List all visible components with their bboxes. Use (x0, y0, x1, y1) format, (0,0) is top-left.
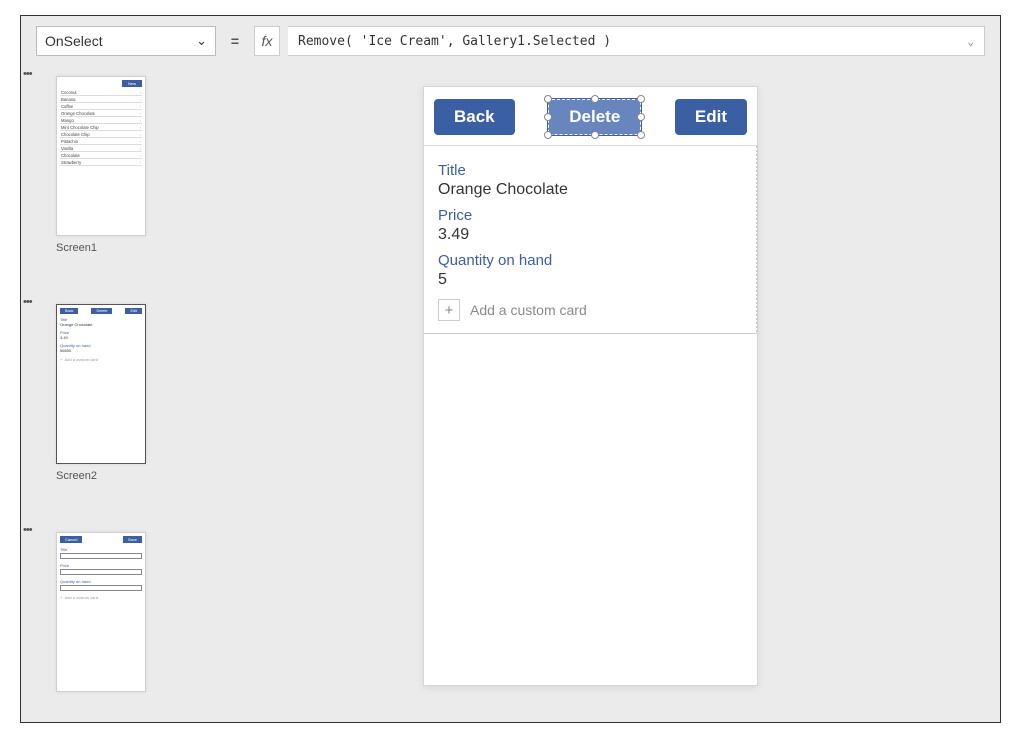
thumb3-addcard: + Add a custom card (60, 595, 142, 600)
resize-handle[interactable] (637, 131, 645, 139)
more-icon[interactable]: ••• (23, 68, 32, 80)
app-frame: OnSelect ⌄ = fx Remove( 'Ice Cream', Gal… (20, 15, 1001, 723)
resize-handle[interactable] (591, 95, 599, 103)
thumb3-title-lbl: Title (60, 547, 142, 552)
list-item: Strawberry (60, 159, 142, 166)
title-value: Orange Chocolate (438, 181, 743, 199)
screen-thumb-1[interactable]: New Coconut Banana Coffee Orange Chocola… (56, 76, 146, 236)
thumb3-price-lbl: Price (60, 563, 142, 568)
equals-label: = (224, 26, 246, 56)
thumb3-save: Save (123, 536, 142, 543)
thumb1-new-label: New (122, 80, 142, 87)
resize-handle[interactable] (591, 131, 599, 139)
resize-handle[interactable] (637, 95, 645, 103)
thumb2-back: Back (60, 308, 78, 314)
chevron-down-icon: ⌄ (196, 33, 207, 49)
thumb3-cancel: Cancel (60, 536, 82, 543)
screen1-label: Screen1 (56, 242, 171, 254)
plus-icon[interactable]: + (438, 299, 460, 321)
price-value: 3.49 (438, 226, 743, 244)
formula-text: Remove( 'Ice Cream', Gallery1.Selected ) (298, 34, 611, 49)
formula-input[interactable]: Remove( 'Ice Cream', Gallery1.Selected )… (288, 26, 985, 56)
canvas: Back Delete Edit Title Orange Chocolate (181, 66, 1000, 722)
property-name: OnSelect (45, 33, 103, 49)
list-item: Orange Chocolate (60, 110, 142, 117)
add-card-label: Add a custom card (470, 302, 587, 318)
list-item: Chocolate (60, 152, 142, 159)
thumb3-qty-input (60, 585, 142, 591)
screen-thumb-3-container[interactable]: ••• Cancel Save Title Price Quantity on … (21, 522, 181, 692)
fx-label: fx (254, 26, 280, 56)
edit-button[interactable]: Edit (675, 99, 747, 135)
delete-button-selection[interactable]: Delete (548, 99, 641, 135)
thumb2-title-val: Orange Chocolate (60, 322, 142, 327)
thumb2-addcard: + Add a custom card (60, 357, 142, 362)
list-item: Banana (60, 96, 142, 103)
more-icon[interactable]: ••• (23, 524, 32, 536)
more-icon[interactable]: ••• (23, 296, 32, 308)
delete-button[interactable]: Delete (548, 99, 641, 135)
formula-bar: OnSelect ⌄ = fx Remove( 'Ice Cream', Gal… (36, 26, 985, 56)
property-selector[interactable]: OnSelect ⌄ (36, 26, 216, 56)
title-label: Title (438, 162, 743, 179)
screen-thumb-2-container[interactable]: ••• Back Delete Edit Title Orange Chocol… (21, 294, 181, 482)
add-custom-card[interactable]: + Add a custom card (438, 299, 743, 321)
list-item: Coconut (60, 89, 142, 96)
thumb3-title-input (60, 553, 142, 559)
price-label: Price (438, 207, 743, 224)
qty-label: Quantity on hand (438, 252, 743, 269)
list-item: Vanilla (60, 145, 142, 152)
list-item: Mango (60, 117, 142, 124)
thumb3-qty-lbl: Quantity on hand (60, 579, 142, 584)
list-item: Mint Chocolate Chip (60, 124, 142, 131)
chevron-down-icon[interactable]: ⌄ (967, 35, 974, 48)
display-form[interactable]: Title Orange Chocolate Price 3.49 Quanti… (424, 145, 757, 334)
list-item: Coffee (60, 103, 142, 110)
screen-thumb-3[interactable]: Cancel Save Title Price Quantity on hand… (56, 532, 146, 692)
list-item: Pistachio (60, 138, 142, 145)
thumb2-qty-val: 56650 (60, 348, 142, 353)
button-row: Back Delete Edit (424, 87, 757, 145)
screen-thumb-1-container[interactable]: ••• New Coconut Banana Coffee Orange Cho… (21, 66, 181, 254)
resize-handle[interactable] (544, 131, 552, 139)
thumb2-delete: Delete (91, 308, 112, 314)
screen2-label: Screen2 (56, 470, 171, 482)
thumb2-price-val: 3.49 (60, 335, 142, 340)
resize-handle[interactable] (637, 113, 645, 121)
screens-panel: ▴ ▾ ••• New Coconut Banana Coffee Orange… (21, 66, 181, 722)
thumb2-edit: Edit (125, 308, 142, 314)
back-button[interactable]: Back (434, 99, 515, 135)
detail-screen[interactable]: Back Delete Edit Title Orange Chocolate (423, 86, 758, 686)
screen-thumb-2[interactable]: Back Delete Edit Title Orange Chocolate … (56, 304, 146, 464)
list-item: Chocolate Chip (60, 131, 142, 138)
thumb3-price-input (60, 569, 142, 575)
qty-value: 5 (438, 271, 743, 289)
